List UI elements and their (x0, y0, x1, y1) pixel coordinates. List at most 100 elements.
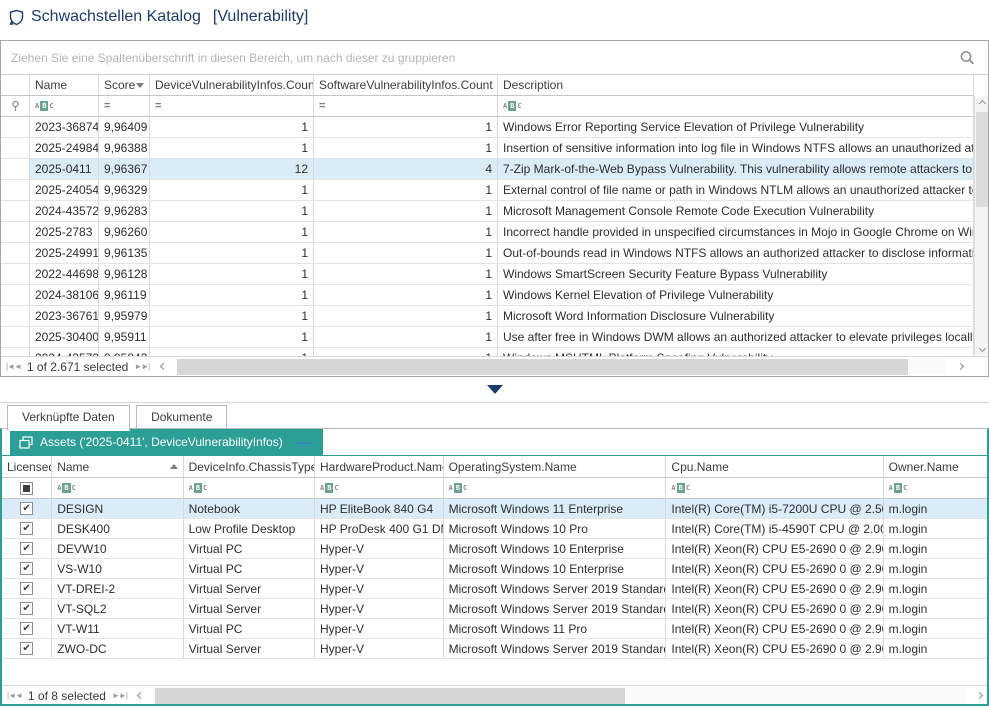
cell-name: 2024-38106 (30, 285, 99, 305)
table-row[interactable]: ✔VT-SQL2Virtual ServerHyper-VMicrosoft W… (2, 599, 987, 619)
table-row[interactable]: 2023-367619,9597911Microsoft Word Inform… (1, 306, 974, 327)
abc-filter-icon: ABC (35, 101, 54, 111)
filter-os[interactable]: ABC (444, 478, 667, 498)
shield-warning-icon (8, 9, 25, 26)
cell-name: 2023-36874 (30, 117, 99, 137)
filter-score[interactable]: = (99, 96, 150, 116)
checkbox-checked[interactable]: ✔ (20, 602, 33, 615)
table-row[interactable]: 2025-249919,9613511Out-of-bounds read in… (1, 243, 974, 264)
column-header-device-count[interactable]: DeviceVulnerabilityInfos.Count (150, 75, 314, 95)
table-row[interactable]: 2022-446989,9612811Windows SmartScreen S… (1, 264, 974, 285)
collapse-down-icon[interactable] (487, 385, 503, 394)
first-record-button[interactable]: |◄◄ (7, 691, 22, 700)
cell-software-count: 1 (314, 243, 498, 263)
row-indicator (1, 285, 30, 305)
scrollbar-corner (974, 357, 988, 376)
tab-verknuepfte-daten[interactable]: Verknüpfte Daten (7, 405, 130, 431)
column-header-chassis[interactable]: DeviceInfo.ChassisType (184, 456, 315, 477)
cell-description: Insertion of sensitive information into … (498, 138, 974, 158)
table-row[interactable]: 2023-368749,9640911Windows Error Reporti… (1, 117, 974, 138)
checkbox-checked[interactable]: ✔ (20, 562, 33, 575)
table-row[interactable]: ✔VS-W10Virtual PCHyper-VMicrosoft Window… (2, 559, 987, 579)
cell-software-count: 1 (314, 306, 498, 326)
vertical-scroll-thumb[interactable] (976, 112, 988, 207)
search-icon[interactable] (956, 47, 978, 69)
last-record-button[interactable]: ►►| (134, 362, 149, 371)
cell-chassis: Virtual Server (184, 579, 315, 598)
checkbox-checked[interactable]: ✔ (20, 542, 33, 555)
cell-score: 9,96260 (99, 222, 150, 242)
table-row[interactable]: 2024-435739,9584211Windows MSHTML Platfo… (1, 348, 974, 356)
cell-device-count: 1 (150, 243, 314, 263)
column-header-os[interactable]: OperatingSystem.Name (444, 456, 667, 477)
table-row[interactable]: 2025-240549,9632911External control of f… (1, 180, 974, 201)
column-header-description[interactable]: Description (498, 75, 974, 95)
filter-device-count[interactable]: = (150, 96, 314, 116)
horizontal-scroll-thumb[interactable] (177, 359, 907, 375)
cell-owner: m.login (884, 539, 987, 558)
horizontal-scroll-thumb[interactable] (155, 688, 625, 704)
table-row[interactable]: 2024-381069,9611911Windows Kernel Elevat… (1, 285, 974, 306)
cell-owner: m.login (884, 599, 987, 618)
column-header-software-count[interactable]: SoftwareVulnerabilityInfos.Count (314, 75, 498, 95)
table-row[interactable]: 2025-04119,963671247-Zip Mark-of-the-Web… (1, 159, 974, 180)
abc-filter-icon: ABC (57, 483, 76, 493)
group-by-panel[interactable]: Ziehen Sie eine Spaltenüberschrift in di… (1, 41, 988, 75)
cell-owner: m.login (884, 499, 987, 518)
tab-dokumente[interactable]: Dokumente (136, 405, 227, 429)
table-row[interactable]: 2025-249849,9638811Insertion of sensitiv… (1, 138, 974, 159)
first-record-button[interactable]: |◄◄ (6, 362, 21, 371)
column-header-hardware[interactable]: HardwareProduct.Name (315, 456, 444, 477)
scroll-left-icon[interactable] (133, 693, 149, 698)
panel-splitter[interactable] (0, 377, 989, 402)
scroll-right-icon[interactable] (971, 693, 987, 698)
cell-score: 9,95842 (99, 348, 150, 356)
horizontal-scrollbar[interactable] (177, 359, 946, 375)
checkbox-checked[interactable]: ✔ (20, 642, 33, 655)
checkbox-checked[interactable]: ✔ (20, 582, 33, 595)
equals-filter-icon: = (155, 100, 161, 112)
filter-chassis[interactable]: ABC (184, 478, 315, 498)
cell-asset-name: VT-W11 (52, 619, 183, 638)
horizontal-scrollbar[interactable] (155, 688, 965, 704)
filter-licensed-checkbox[interactable] (2, 478, 52, 498)
vertical-scrollbar[interactable] (974, 96, 988, 356)
table-row[interactable]: 2025-27839,9626011Incorrect handle provi… (1, 222, 974, 243)
table-row[interactable]: ✔DEVW10Virtual PCHyper-VMicrosoft Window… (2, 539, 987, 559)
table-row[interactable]: ✔DESIGNNotebookHP EliteBook 840 G4Micros… (2, 499, 987, 519)
scroll-up-icon[interactable] (975, 96, 989, 111)
filter-cpu[interactable]: ABC (666, 478, 883, 498)
filter-software-count[interactable]: = (314, 96, 498, 116)
table-row[interactable]: ✔DESK400Low Profile DesktopHP ProDesk 40… (2, 519, 987, 539)
assets-filter-row: ABC ABC ABC ABC ABC ABC (2, 478, 987, 499)
filter-name[interactable]: ABC (30, 96, 99, 116)
scroll-left-icon[interactable] (155, 364, 171, 369)
table-row[interactable]: 2024-435729,9628311Microsoft Management … (1, 201, 974, 222)
filter-owner[interactable]: ABC (884, 478, 987, 498)
checkbox-checked[interactable]: ✔ (20, 502, 33, 515)
column-header-cpu[interactable]: Cpu.Name (666, 456, 883, 477)
cell-hardware: Hyper-V (315, 539, 444, 558)
column-header-asset-name[interactable]: Name (52, 456, 183, 477)
scroll-right-icon[interactable] (952, 364, 968, 369)
column-header-licensed[interactable]: Licensed (2, 456, 52, 477)
cell-device-count: 1 (150, 180, 314, 200)
assets-group-header[interactable]: Assets ('2025-0411', DeviceVulnerability… (10, 429, 323, 455)
table-row[interactable]: ✔ZWO-DCVirtual ServerHyper-VMicrosoft Wi… (2, 639, 987, 659)
table-row[interactable]: 2025-304009,9591111Use after free in Win… (1, 327, 974, 348)
cell-asset-name: VT-DREI-2 (52, 579, 183, 598)
checkbox-checked[interactable]: ✔ (20, 622, 33, 635)
table-row[interactable]: ✔VT-DREI-2Virtual ServerHyper-VMicrosoft… (2, 579, 987, 599)
column-header-score[interactable]: Score (99, 75, 150, 95)
filter-asset-name[interactable]: ABC (52, 478, 183, 498)
filter-description[interactable]: ABC (498, 96, 974, 116)
scroll-down-icon[interactable] (975, 341, 989, 356)
minus-icon[interactable]: — (298, 435, 311, 450)
checkbox-checked[interactable]: ✔ (20, 522, 33, 535)
filter-hardware[interactable]: ABC (315, 478, 444, 498)
column-header-name[interactable]: Name (30, 75, 99, 95)
last-record-button[interactable]: ►►| (112, 691, 127, 700)
table-row[interactable]: ✔VT-W11Virtual PCHyper-VMicrosoft Window… (2, 619, 987, 639)
column-header-owner[interactable]: Owner.Name (884, 456, 987, 477)
cell-name: 2025-24984 (30, 138, 99, 158)
